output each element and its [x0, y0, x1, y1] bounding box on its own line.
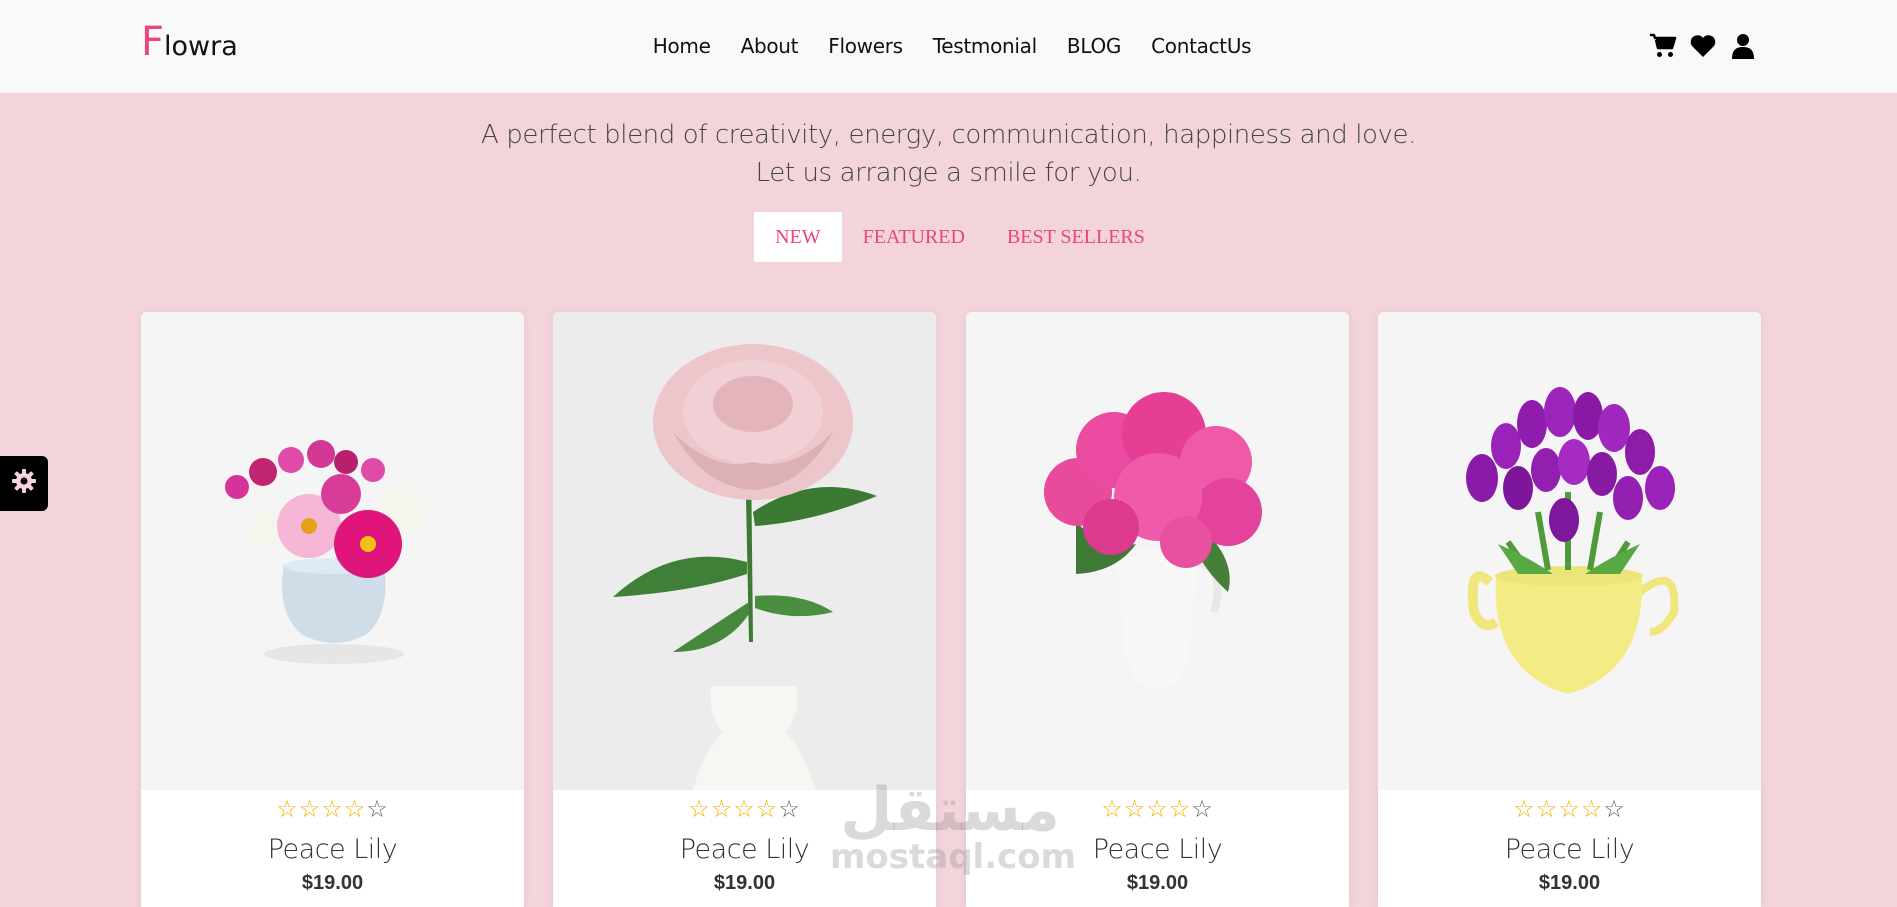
navbar: F lowra Home About Flowers Testmonial BL… [0, 0, 1897, 93]
product-card[interactable]: ☆☆☆☆☆ Peace Lily $19.00 [553, 312, 936, 907]
product-image-purple-tulips[interactable] [1378, 312, 1761, 790]
product-tabs: NEW FEATURED BEST SELLERS [0, 212, 1897, 262]
star-icon: ☆ [1123, 796, 1147, 823]
tagline: A perfect blend of creativity, energy, c… [0, 116, 1897, 192]
star-empty-icon: ☆ [778, 796, 801, 823]
product-price: $19.00 [1538, 872, 1601, 894]
product-name[interactable]: Peace Lily [553, 834, 936, 865]
star-icon: ☆ [710, 796, 734, 823]
heart-icon[interactable] [1689, 30, 1717, 62]
product-card[interactable]: ☆☆☆☆☆ Peace Lily $19.00 [966, 312, 1349, 907]
rating-stars: ☆☆☆☆☆ [141, 798, 524, 822]
nav-flowers[interactable]: Flowers [828, 34, 903, 58]
user-icon[interactable] [1729, 30, 1757, 62]
star-empty-icon: ☆ [366, 796, 389, 823]
tab-featured[interactable]: FEATURED [842, 212, 986, 262]
product-image-pink-peonies[interactable] [966, 312, 1349, 790]
tab-new[interactable]: NEW [754, 212, 842, 262]
star-icon: ☆ [733, 796, 756, 823]
main-nav: Home About Flowers Testmonial BLOG Conta… [0, 34, 1897, 58]
product-price: $19.00 [713, 872, 776, 894]
star-empty-icon: ☆ [1191, 796, 1214, 823]
product-name[interactable]: Peace Lily [1378, 834, 1761, 865]
product-card[interactable]: ☆☆☆☆☆ Peace Lily $19.00 [1378, 312, 1761, 907]
star-icon: ☆ [276, 796, 299, 823]
nav-contact[interactable]: ContactUs [1151, 34, 1251, 58]
star-icon: ☆ [1168, 796, 1192, 823]
star-icon: ☆ [343, 796, 367, 823]
rating-stars: ☆☆☆☆☆ [553, 798, 936, 822]
rating-stars: ☆☆☆☆☆ [1378, 798, 1761, 822]
rating-stars: ☆☆☆☆☆ [966, 798, 1349, 822]
star-icon: ☆ [1580, 796, 1604, 823]
cart-icon[interactable] [1649, 30, 1677, 62]
nav-home[interactable]: Home [653, 34, 711, 58]
tab-best-sellers[interactable]: BEST SELLERS [986, 212, 1166, 262]
star-icon: ☆ [1558, 796, 1581, 823]
star-icon: ☆ [1101, 796, 1124, 823]
star-empty-icon: ☆ [1603, 796, 1626, 823]
product-image-mixed-flowers[interactable] [141, 312, 524, 790]
star-icon: ☆ [321, 796, 344, 823]
settings-toggle[interactable] [0, 456, 48, 511]
nav-testimonial[interactable]: Testmonial [933, 34, 1037, 58]
star-icon: ☆ [688, 796, 711, 823]
nav-about[interactable]: About [741, 34, 799, 58]
star-icon: ☆ [1535, 796, 1559, 823]
product-price: $19.00 [301, 872, 364, 894]
header-icons [1649, 30, 1757, 62]
star-icon: ☆ [1146, 796, 1169, 823]
product-image-pink-rose[interactable] [553, 312, 936, 790]
star-icon: ☆ [298, 796, 322, 823]
product-card[interactable]: ☆☆☆☆☆ Peace Lily $19.00 [141, 312, 524, 907]
star-icon: ☆ [1513, 796, 1536, 823]
gear-icon [11, 468, 37, 499]
product-price: $19.00 [1126, 872, 1189, 894]
tagline-line-1: A perfect blend of creativity, energy, c… [481, 120, 1416, 150]
star-icon: ☆ [755, 796, 779, 823]
nav-blog[interactable]: BLOG [1067, 34, 1122, 58]
tagline-line-2: Let us arrange a smile for you. [755, 158, 1142, 188]
product-name[interactable]: Peace Lily [141, 834, 524, 865]
product-name[interactable]: Peace Lily [966, 834, 1349, 865]
